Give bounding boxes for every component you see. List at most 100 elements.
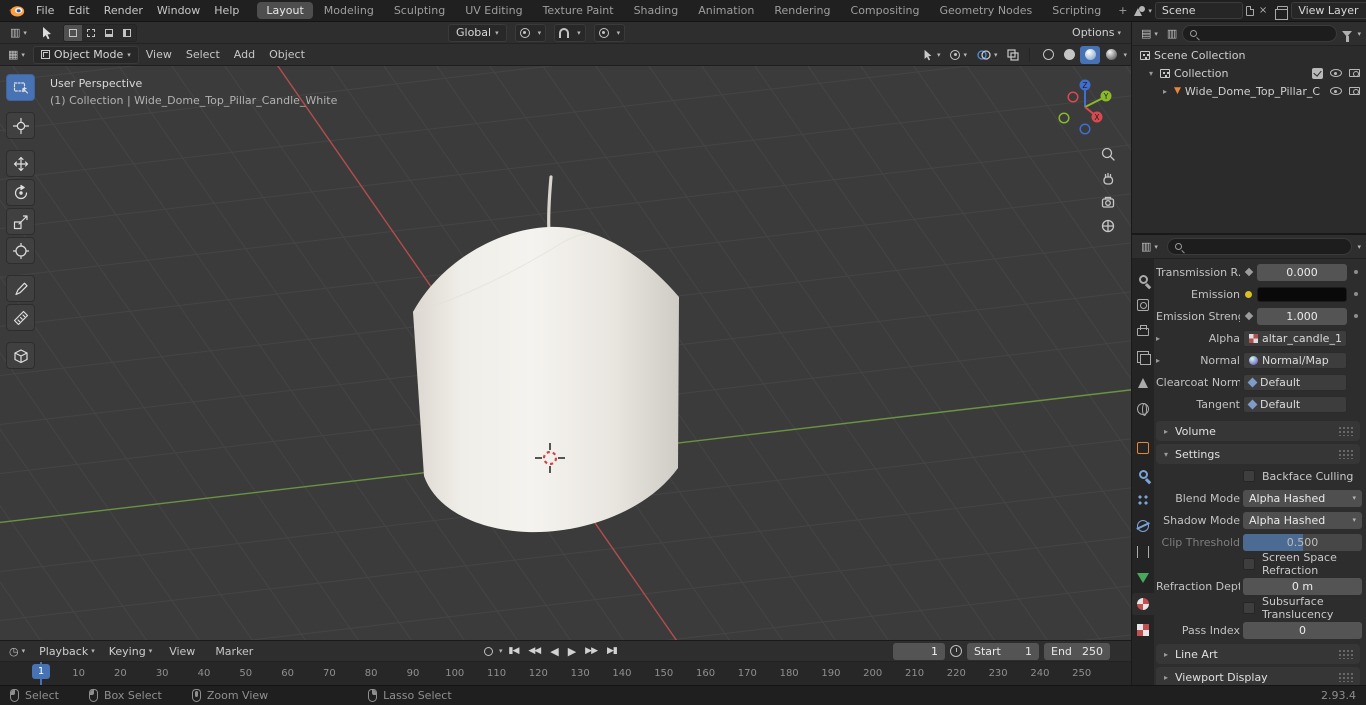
auto-keying-toggle[interactable] — [480, 642, 497, 660]
next-keyframe-button[interactable]: ▶▶ — [581, 646, 601, 656]
tab-object[interactable] — [1132, 437, 1154, 459]
alpha-expand-icon[interactable]: ▸ — [1156, 334, 1167, 343]
zoom-view-button[interactable] — [1098, 144, 1118, 164]
menu-view[interactable]: View — [139, 44, 179, 65]
workspace-tab-scripting[interactable]: Scripting — [1043, 2, 1110, 19]
outliner-row-scene-collection[interactable]: Scene Collection — [1132, 46, 1366, 64]
gizmo-minus-y-axis[interactable] — [1058, 112, 1070, 124]
timeline-editor-dropdown[interactable]: ◷ ▾ — [5, 642, 29, 660]
blend-mode-dropdown[interactable]: Alpha Hashed ▾ — [1243, 489, 1362, 507]
scene-browse-dropdown-icon[interactable]: ▾ — [1148, 7, 1152, 15]
object-expand-icon[interactable]: ▸ — [1160, 87, 1170, 96]
tab-world[interactable] — [1132, 398, 1154, 420]
overlays-dropdown[interactable]: ▾ — [973, 46, 1002, 64]
workspace-tab-uv-editing[interactable]: UV Editing — [456, 2, 531, 19]
tab-material[interactable] — [1132, 593, 1154, 615]
keyframe-diamond-icon[interactable] — [1243, 267, 1254, 277]
decorator-dot[interactable] — [1350, 314, 1362, 318]
selectability-dropdown[interactable]: ▾ — [918, 46, 945, 64]
tool-scale[interactable] — [6, 208, 35, 235]
jump-to-start-button[interactable]: ▮◀ — [505, 646, 523, 656]
workspace-tab-compositing[interactable]: Compositing — [842, 2, 929, 19]
workspace-tab-rendering[interactable]: Rendering — [765, 2, 839, 19]
tool-add-cube[interactable] — [6, 342, 35, 369]
shading-rendered-button[interactable] — [1101, 46, 1121, 64]
normal-expand-icon[interactable]: ▸ — [1156, 356, 1167, 365]
navigation-gizmo[interactable]: Z Y X — [1053, 75, 1117, 139]
auto-keying-dropdown-icon[interactable]: ▾ — [499, 647, 503, 655]
normal-map-field[interactable]: Normal/Map — [1243, 351, 1347, 369]
panel-line-art[interactable]: ▸ Line Art — [1156, 644, 1360, 664]
emission-strength-slider[interactable]: 1.000 — [1257, 307, 1347, 325]
subsurface-translucency-checkbox[interactable] — [1243, 602, 1255, 614]
tab-physics[interactable] — [1132, 515, 1154, 537]
menu-window[interactable]: Window — [150, 0, 207, 21]
tool-measure[interactable] — [6, 304, 35, 331]
use-preview-range-icon[interactable] — [950, 645, 962, 657]
tab-object-data[interactable] — [1132, 567, 1154, 589]
shadow-mode-dropdown[interactable]: Alpha Hashed ▾ — [1243, 511, 1362, 529]
workspace-tab-animation[interactable]: Animation — [689, 2, 763, 19]
new-scene-icon[interactable] — [1245, 5, 1254, 16]
outliner-editor-dropdown[interactable]: ▤ ▾ — [1137, 25, 1162, 43]
pivot-arrow-icon[interactable]: ▾ — [534, 25, 546, 41]
options-dropdown[interactable]: Options ▾ — [1068, 24, 1125, 42]
keyframe-diamond-icon[interactable] — [1243, 311, 1254, 321]
pan-view-button[interactable] — [1098, 168, 1118, 188]
shading-dropdown-icon[interactable]: ▾ — [1123, 51, 1127, 59]
orientation-dropdown[interactable]: Global ▾ — [448, 23, 507, 42]
tab-constraints[interactable] — [1132, 541, 1154, 563]
properties-search-input[interactable] — [1166, 238, 1353, 255]
tab-modifiers[interactable] — [1132, 463, 1154, 485]
snap-magnet-icon[interactable] — [555, 25, 573, 41]
shading-wireframe-button[interactable] — [1038, 46, 1058, 64]
object-hide-eye-icon[interactable] — [1330, 87, 1342, 95]
menu-render[interactable]: Render — [97, 0, 150, 21]
workspace-tab-modeling[interactable]: Modeling — [315, 2, 383, 19]
tangent-field[interactable]: Default — [1243, 395, 1347, 413]
panel-viewport-display[interactable]: ▸ Viewport Display — [1156, 667, 1360, 685]
outliner-filter-icon[interactable] — [1342, 30, 1353, 42]
select-mode-subtract[interactable] — [100, 25, 118, 41]
snap-dropdown-icon[interactable]: ▾ — [573, 25, 585, 41]
unlink-scene-icon[interactable]: × — [1257, 5, 1269, 16]
tab-view-layer[interactable] — [1132, 346, 1154, 368]
tab-output[interactable] — [1132, 320, 1154, 342]
backface-culling-checkbox[interactable] — [1243, 470, 1255, 482]
decorator-dot[interactable] — [1350, 270, 1362, 274]
end-frame-field[interactable]: End 250 — [1044, 642, 1110, 660]
select-mode-new[interactable] — [63, 24, 82, 41]
workspace-tab-sculpting[interactable]: Sculpting — [385, 2, 454, 19]
timeline-view-menu[interactable]: View — [162, 641, 202, 662]
select-mode-extend[interactable] — [82, 25, 100, 41]
viewport-canvas[interactable]: User Perspective (1) Collection | Wide_D… — [0, 66, 1131, 640]
alpha-texture-field[interactable]: altar_candle_1.4_Re... — [1243, 329, 1347, 347]
scene-name-field[interactable]: Scene — [1154, 2, 1243, 19]
pivot-icon[interactable] — [516, 25, 534, 41]
clearcoat-normal-field[interactable]: Default — [1243, 373, 1347, 391]
menu-add[interactable]: Add — [227, 44, 262, 65]
proportional-edit-icon[interactable] — [595, 25, 613, 41]
screen-space-refraction-checkbox[interactable] — [1243, 558, 1255, 570]
tool-settings-editor-dropdown[interactable]: ▥ ▾ — [6, 24, 31, 42]
select-mode-intersect[interactable] — [118, 25, 136, 41]
pass-index-field[interactable]: 0 — [1243, 621, 1362, 639]
play-reverse-button[interactable]: ◀ — [546, 645, 561, 658]
add-workspace-button[interactable]: + — [1111, 4, 1134, 17]
collection-expand-icon[interactable]: ▾ — [1146, 69, 1156, 78]
collection-checkbox[interactable] — [1312, 67, 1323, 79]
decorator-dot[interactable] — [1350, 292, 1362, 296]
gizmo-minus-z-axis[interactable] — [1079, 123, 1091, 135]
gizmo-minus-x-axis[interactable] — [1067, 91, 1079, 103]
tool-cursor[interactable] — [6, 112, 35, 139]
scene-icon[interactable] — [1134, 5, 1146, 16]
outliner-row-collection[interactable]: ▾ Collection — [1132, 64, 1366, 82]
jump-to-end-button[interactable]: ▶▮ — [603, 646, 621, 656]
object-render-camera-icon[interactable] — [1349, 87, 1360, 95]
panel-settings[interactable]: ▾ Settings — [1156, 444, 1360, 464]
emission-color-swatch[interactable] — [1257, 286, 1347, 302]
shading-solid-button[interactable] — [1059, 46, 1079, 64]
playback-menu[interactable]: Playback ▾ — [35, 642, 99, 660]
properties-editor-dropdown[interactable]: ▥ ▾ — [1137, 238, 1162, 256]
tab-tool[interactable] — [1132, 268, 1154, 290]
